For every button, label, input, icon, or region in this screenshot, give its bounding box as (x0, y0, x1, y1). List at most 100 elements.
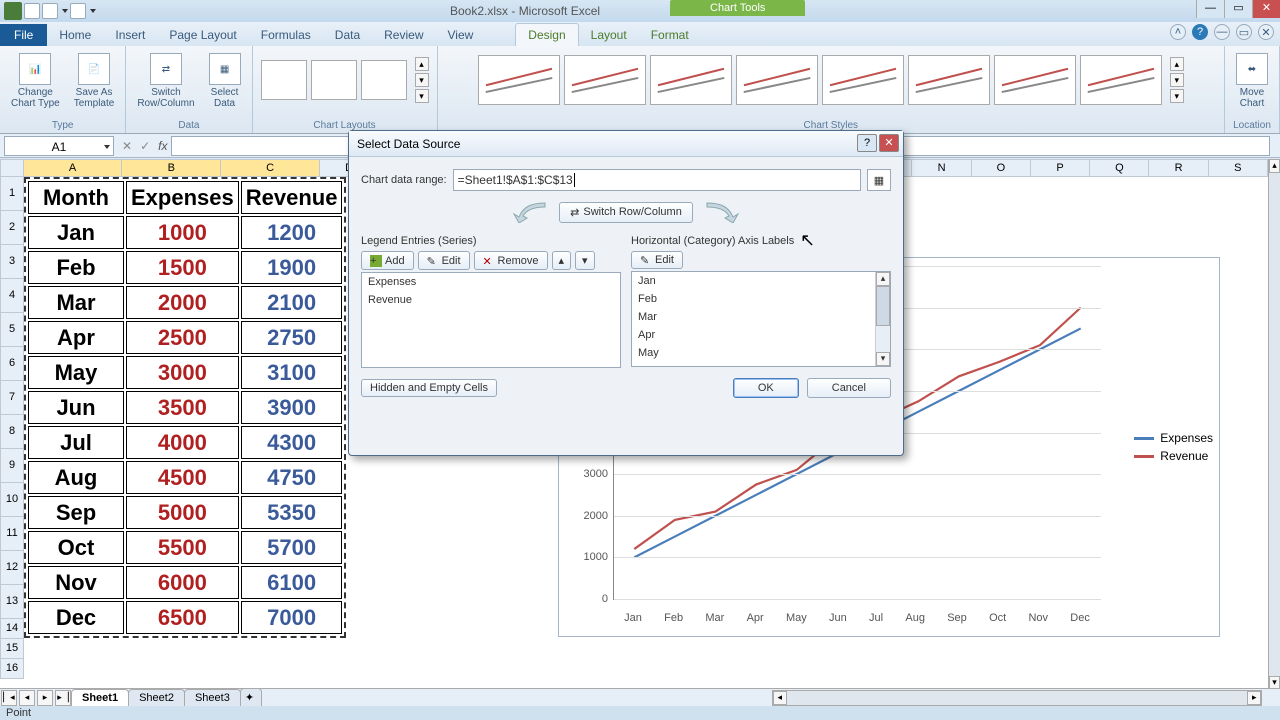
list-item[interactable]: Jan (632, 272, 890, 290)
doc-restore-icon[interactable]: ▭ (1236, 24, 1252, 40)
hidden-empty-cells-button[interactable]: Hidden and Empty Cells (361, 379, 497, 397)
undo-icon[interactable] (42, 3, 58, 19)
cell-revenue[interactable]: 4300 (241, 426, 343, 459)
cell-revenue[interactable]: 4750 (241, 461, 343, 494)
switch-row-column-dialog-button[interactable]: ⇄Switch Row/Column (559, 202, 693, 223)
cell-expenses[interactable]: 1000 (126, 216, 239, 249)
list-item[interactable]: Expenses (362, 273, 620, 291)
row-header[interactable]: 8 (0, 415, 24, 449)
move-chart-button[interactable]: ⬌Move Chart (1233, 50, 1271, 112)
tab-data[interactable]: Data (323, 24, 372, 46)
cell-revenue[interactable]: 1900 (241, 251, 343, 284)
cell-month[interactable]: Jul (28, 426, 124, 459)
chart-style-thumb[interactable] (908, 55, 990, 105)
tab-design[interactable]: Design (515, 23, 578, 46)
row-header[interactable]: 1 (0, 177, 24, 211)
cell-month[interactable]: Oct (28, 531, 124, 564)
scroll-up-icon[interactable]: ▴ (1269, 159, 1280, 173)
dialog-title-bar[interactable]: Select Data Source ? ✕ (349, 131, 903, 157)
cell-expenses[interactable]: 2000 (126, 286, 239, 319)
column-header[interactable]: O (972, 159, 1031, 177)
cell-month[interactable]: Apr (28, 321, 124, 354)
cell-revenue[interactable]: 2750 (241, 321, 343, 354)
add-series-button[interactable]: +Add (361, 251, 414, 270)
doc-minimize-icon[interactable]: — (1214, 24, 1230, 40)
cell-revenue[interactable]: 7000 (241, 601, 343, 634)
ok-button[interactable]: OK (733, 378, 799, 398)
row-header[interactable]: 10 (0, 483, 24, 517)
cell-revenue[interactable]: 3100 (241, 356, 343, 389)
cell-expenses[interactable]: 3000 (126, 356, 239, 389)
minimize-button[interactable]: — (1196, 0, 1224, 18)
cell-expenses[interactable]: 1500 (126, 251, 239, 284)
list-item[interactable]: Mar (632, 308, 890, 326)
row-header[interactable]: 2 (0, 211, 24, 245)
tab-file[interactable]: File (0, 24, 47, 46)
scroll-left-icon[interactable]: ◂ (773, 691, 787, 705)
cell-expenses[interactable]: 2500 (126, 321, 239, 354)
column-header[interactable]: B (122, 159, 221, 177)
cell-expenses[interactable]: 5000 (126, 496, 239, 529)
cell-expenses[interactable]: 4500 (126, 461, 239, 494)
style-gallery-nav[interactable]: ▴▾▾ (1170, 57, 1184, 103)
sheet-nav-prev-icon[interactable]: ◂ (19, 690, 35, 706)
cell-revenue[interactable]: 6100 (241, 566, 343, 599)
cell-month[interactable]: Jun (28, 391, 124, 424)
select-data-button[interactable]: ▦Select Data (206, 50, 244, 112)
chart-style-thumb[interactable] (822, 55, 904, 105)
chart-style-thumb[interactable] (736, 55, 818, 105)
row-header[interactable]: 16 (0, 659, 24, 679)
cell-month[interactable]: Jan (28, 216, 124, 249)
tab-home[interactable]: Home (47, 24, 103, 46)
fx-icon[interactable]: fx (158, 139, 167, 153)
chart-style-thumb[interactable] (1080, 55, 1162, 105)
cell-expenses[interactable]: 3500 (126, 391, 239, 424)
chart-layout-thumb[interactable] (311, 60, 357, 100)
remove-series-button[interactable]: ✕Remove (474, 251, 548, 270)
sheet-tab[interactable]: Sheet1 (71, 689, 129, 707)
move-up-button[interactable]: ▴ (552, 251, 572, 270)
help-icon[interactable]: ? (1192, 24, 1208, 40)
cell-expenses[interactable]: 4000 (126, 426, 239, 459)
column-header[interactable]: N (912, 159, 971, 177)
chart-layout-thumb[interactable] (361, 60, 407, 100)
column-header[interactable]: R (1149, 159, 1208, 177)
maximize-button[interactable]: ▭ (1224, 0, 1252, 18)
save-icon[interactable] (24, 3, 40, 19)
column-header[interactable]: Q (1090, 159, 1149, 177)
row-header[interactable]: 6 (0, 347, 24, 381)
vertical-scrollbar[interactable]: ▴ ▾ (1268, 159, 1280, 690)
row-header[interactable]: 11 (0, 517, 24, 551)
cell-expenses[interactable]: 6500 (126, 601, 239, 634)
chart-data-range-input[interactable]: =Sheet1!$A$1:$C$13 (453, 169, 861, 191)
sheet-nav-next-icon[interactable]: ▸ (37, 690, 53, 706)
category-listbox[interactable]: JanFebMarAprMay ▴▾ (631, 271, 891, 367)
scroll-right-icon[interactable]: ▸ (1247, 691, 1261, 705)
cell-revenue[interactable]: 2100 (241, 286, 343, 319)
row-header[interactable]: 4 (0, 279, 24, 313)
tab-layout[interactable]: Layout (579, 24, 639, 46)
tab-view[interactable]: View (436, 24, 486, 46)
row-header[interactable]: 3 (0, 245, 24, 279)
sheet-tab[interactable]: Sheet2 (128, 689, 185, 707)
column-header[interactable]: C (221, 159, 320, 177)
row-header[interactable]: 9 (0, 449, 24, 483)
minimize-ribbon-icon[interactable]: ˄ (1170, 24, 1186, 40)
chart-style-thumb[interactable] (994, 55, 1076, 105)
cell-month[interactable]: Dec (28, 601, 124, 634)
doc-close-icon[interactable]: ✕ (1258, 24, 1274, 40)
cell-expenses[interactable]: 5500 (126, 531, 239, 564)
name-box[interactable]: A1 (4, 136, 114, 156)
chart-style-thumb[interactable] (650, 55, 732, 105)
cell-month[interactable]: Feb (28, 251, 124, 284)
row-header[interactable]: 14 (0, 619, 24, 639)
cell-revenue[interactable]: 3900 (241, 391, 343, 424)
cell-expenses[interactable]: 6000 (126, 566, 239, 599)
sheet-nav-first-icon[interactable]: ▏◂ (1, 690, 17, 706)
close-button[interactable]: ✕ (1252, 0, 1280, 18)
row-header[interactable]: 7 (0, 381, 24, 415)
select-all-corner[interactable] (0, 159, 24, 177)
save-as-template-button[interactable]: 📄Save As Template (71, 50, 118, 112)
row-header[interactable]: 5 (0, 313, 24, 347)
cancel-formula-icon[interactable]: ✕ (122, 139, 132, 153)
